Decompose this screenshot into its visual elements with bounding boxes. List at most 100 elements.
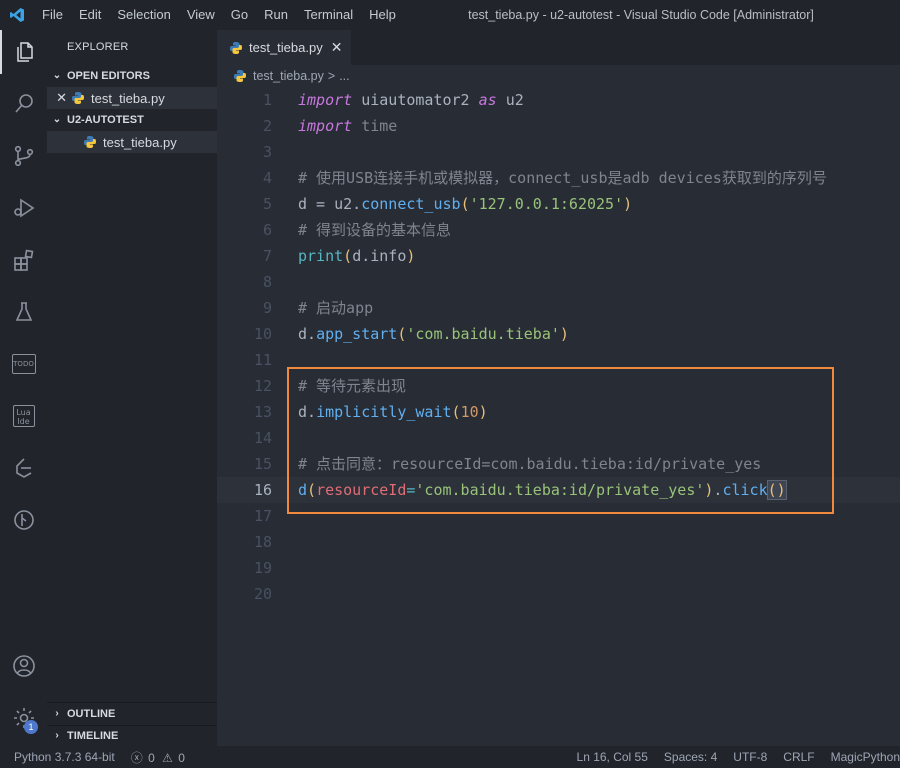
line-number: 10 bbox=[253, 325, 272, 343]
paren: ) bbox=[478, 403, 488, 421]
paren: ) bbox=[559, 325, 569, 343]
paren: ) bbox=[623, 195, 633, 213]
lua-ide-icon[interactable]: Lua Ide bbox=[0, 394, 47, 438]
number-literal: 10 bbox=[460, 403, 479, 421]
git-graph-icon[interactable] bbox=[0, 498, 47, 542]
chevron-right-icon: › bbox=[55, 730, 59, 741]
line-number: 11 bbox=[253, 351, 272, 369]
chevron-down-icon: ⌄ bbox=[52, 114, 62, 125]
code-line: 20 bbox=[217, 581, 900, 607]
code-line: 1 import uiautomator2 as u2 bbox=[217, 87, 900, 113]
menu-bar: File Edit Selection View Go Run Terminal… bbox=[34, 0, 404, 30]
function-name: connect_usb bbox=[361, 195, 461, 213]
line-number: 17 bbox=[253, 507, 272, 525]
menu-go[interactable]: Go bbox=[223, 0, 256, 30]
paren: () bbox=[766, 480, 787, 500]
line-number: 16 bbox=[253, 481, 272, 499]
file-item-test-tieba[interactable]: test_tieba.py bbox=[47, 131, 217, 153]
tab-test-tieba[interactable]: test_tieba.py ✕ bbox=[217, 30, 351, 65]
code-text: d.info bbox=[352, 247, 407, 265]
outline-header[interactable]: › OUTLINE bbox=[47, 703, 217, 725]
keyword-argument: resourceId bbox=[316, 481, 407, 499]
module-name: time bbox=[352, 117, 398, 135]
breadcrumb-file[interactable]: test_tieba.py bbox=[253, 69, 324, 83]
code-line: 16 d(resourceId='com.baidu.tieba:id/priva… bbox=[217, 477, 900, 503]
remote-icon[interactable] bbox=[0, 446, 47, 490]
testing-icon[interactable] bbox=[0, 290, 47, 334]
comment: # 使用USB连接手机或模拟器，connect_usb是adb devices获… bbox=[298, 169, 827, 187]
comment: # 启动app bbox=[298, 299, 374, 317]
python-file-icon bbox=[72, 92, 84, 104]
menu-edit[interactable]: Edit bbox=[71, 0, 109, 30]
python-interpreter[interactable]: Python 3.7.3 64-bit bbox=[0, 750, 123, 764]
breadcrumb-more[interactable]: ... bbox=[339, 69, 349, 83]
menu-run[interactable]: Run bbox=[256, 0, 296, 30]
open-editors-label: OPEN EDITORS bbox=[67, 70, 150, 82]
error-icon: ⓧ bbox=[130, 750, 143, 765]
breadcrumb-separator: > bbox=[327, 69, 336, 83]
vscode-logo-icon bbox=[0, 0, 34, 30]
timeline-header[interactable]: › TIMELINE bbox=[47, 725, 217, 747]
line-number: 7 bbox=[262, 247, 272, 265]
paren: ) bbox=[406, 247, 416, 265]
line-number: 14 bbox=[253, 429, 272, 447]
code-line: 12 # 等待元素出现 bbox=[217, 373, 900, 399]
chevron-right-icon: › bbox=[55, 708, 59, 719]
alias-name: u2 bbox=[496, 91, 524, 109]
menu-terminal[interactable]: Terminal bbox=[296, 0, 361, 30]
manage-gear-icon[interactable] bbox=[0, 696, 47, 740]
line-number: 8 bbox=[262, 273, 272, 291]
extensions-icon[interactable] bbox=[0, 238, 47, 282]
ide-label: Ide bbox=[17, 417, 30, 426]
file-item-label: test_tieba.py bbox=[103, 134, 177, 150]
code-line: 10 d.app_start('com.baidu.tieba') bbox=[217, 321, 900, 347]
language-mode[interactable]: MagicPython bbox=[823, 750, 900, 764]
lua-label: Lua bbox=[16, 408, 31, 417]
module-name: uiautomator2 bbox=[352, 91, 479, 109]
menu-help[interactable]: Help bbox=[361, 0, 404, 30]
search-icon[interactable] bbox=[0, 82, 47, 126]
chevron-down-icon: ⌄ bbox=[52, 70, 62, 81]
menu-view[interactable]: View bbox=[179, 0, 223, 30]
folder-header[interactable]: ⌄ U2-AUTOTEST bbox=[47, 109, 217, 131]
line-number: 6 bbox=[262, 221, 272, 239]
line-number: 9 bbox=[262, 299, 272, 317]
close-icon[interactable]: ✕ bbox=[331, 39, 343, 56]
string-literal: 'com.baidu.tieba:id/private_yes' bbox=[415, 481, 705, 499]
todo-icon[interactable]: TODO bbox=[0, 342, 47, 386]
line-number: 3 bbox=[262, 143, 272, 161]
function-name: app_start bbox=[316, 325, 398, 343]
cursor-position[interactable]: Ln 16, Col 55 bbox=[569, 750, 656, 764]
line-number: 18 bbox=[253, 533, 272, 551]
menu-file[interactable]: File bbox=[34, 0, 71, 30]
line-number: 2 bbox=[262, 117, 272, 135]
code-text: d. bbox=[298, 403, 317, 421]
python-file-icon bbox=[84, 136, 96, 148]
function-name: implicitly_wait bbox=[316, 403, 452, 421]
line-number: 12 bbox=[253, 377, 272, 395]
run-debug-icon[interactable] bbox=[0, 186, 47, 230]
open-editor-item[interactable]: ✕ test_tieba.py bbox=[47, 87, 217, 109]
code-text: d. bbox=[298, 325, 317, 343]
source-control-icon[interactable] bbox=[0, 134, 47, 178]
account-icon[interactable] bbox=[0, 644, 47, 688]
end-of-line[interactable]: CRLF bbox=[775, 750, 822, 764]
problems-indicator[interactable]: ⓧ 0 ⚠ 0 bbox=[123, 749, 193, 766]
code-line: 4 # 使用USB连接手机或模拟器，connect_usb是adb devices… bbox=[217, 165, 900, 191]
code-line: 3 bbox=[217, 139, 900, 165]
code-line: 6 # 得到设备的基本信息 bbox=[217, 217, 900, 243]
keyword: import bbox=[298, 117, 353, 135]
warning-count: 0 bbox=[178, 750, 185, 765]
close-icon[interactable]: ✕ bbox=[47, 90, 71, 106]
code-line: 14 bbox=[217, 425, 900, 451]
menu-selection[interactable]: Selection bbox=[109, 0, 178, 30]
line-number: 19 bbox=[253, 559, 272, 577]
timeline-label: TIMELINE bbox=[67, 730, 119, 742]
status-bar: Python 3.7.3 64-bit ⓧ 0 ⚠ 0 Ln 16, Col 5… bbox=[0, 746, 900, 768]
explorer-icon[interactable] bbox=[0, 30, 47, 74]
indentation[interactable]: Spaces: 4 bbox=[656, 750, 725, 764]
sidebar-title: EXPLORER bbox=[67, 41, 129, 53]
open-editors-header[interactable]: ⌄ OPEN EDITORS bbox=[47, 65, 217, 87]
encoding[interactable]: UTF-8 bbox=[725, 750, 775, 764]
code-line: 17 bbox=[217, 503, 900, 529]
